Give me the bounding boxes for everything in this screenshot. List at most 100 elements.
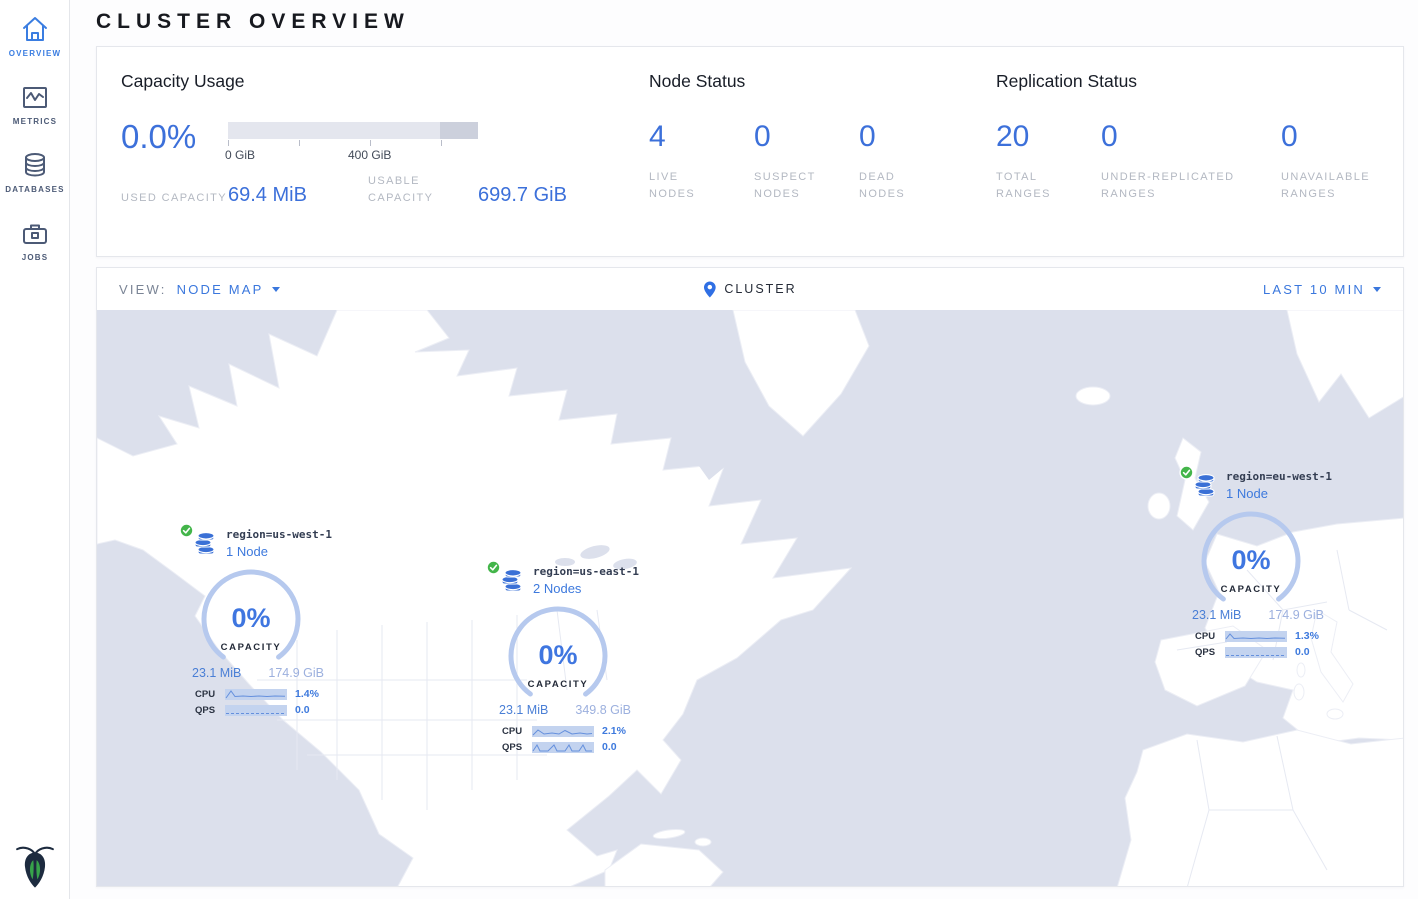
home-icon — [19, 14, 51, 44]
cpu-sparkline — [1225, 631, 1287, 642]
view-label: VIEW: — [119, 282, 167, 297]
gauge-capacity-label: CAPACITY — [1221, 584, 1282, 595]
qps-sparkline — [225, 705, 287, 716]
locality-total-capacity: 349.8 GiB — [575, 703, 631, 717]
gauge-capacity-label: CAPACITY — [221, 642, 282, 653]
cpu-label: CPU — [502, 726, 532, 737]
cluster-summary-panel: Capacity Usage 0.0% 0 GiB 400 GiB USED C — [96, 46, 1404, 257]
sidebar-item-jobs[interactable]: JOBS — [0, 204, 70, 272]
healthy-check-icon — [1179, 465, 1194, 485]
view-selector-value: NODE MAP — [177, 282, 264, 297]
used-capacity-value: 69.4 MiB — [228, 184, 368, 207]
under-replicated-ranges-value: 0 — [1101, 122, 1281, 152]
breadcrumb-label: CLUSTER — [724, 282, 796, 296]
sidebar-item-databases[interactable]: DATABASES — [0, 136, 70, 204]
capacity-used-percent: 0.0% — [121, 120, 228, 153]
time-range-value: LAST 10 MIN — [1263, 282, 1365, 297]
briefcase-icon — [19, 218, 51, 248]
cpu-value: 1.4% — [295, 688, 319, 700]
capacity-axis-tick: 400 GiB — [348, 148, 391, 162]
gauge-percent: 0% — [538, 640, 577, 670]
gauge-percent: 0% — [231, 603, 270, 633]
unavailable-ranges-label: UNAVAILABLE RANGES — [1281, 169, 1361, 203]
qps-label: QPS — [1195, 647, 1225, 658]
capacity-usage-title: Capacity Usage — [121, 71, 649, 92]
qps-value: 0.0 — [295, 704, 310, 716]
view-selector[interactable]: NODE MAP — [177, 282, 280, 297]
locality-marker-us-west-1[interactable]: region=us-west-1 1 Node 0% CAPACITY 23.1… — [179, 528, 349, 720]
qps-sparkline — [532, 742, 594, 753]
map-pin-icon — [703, 281, 716, 298]
used-capacity-label: USED CAPACITY — [121, 190, 228, 207]
chevron-down-icon — [272, 287, 280, 292]
sidebar-item-overview[interactable]: OVERVIEW — [0, 0, 70, 68]
database-icon — [19, 150, 51, 180]
locality-database-icon — [500, 569, 524, 600]
sidebar-item-label: METRICS — [0, 117, 70, 126]
sidebar-item-label: JOBS — [0, 253, 70, 262]
locality-total-capacity: 174.9 GiB — [268, 666, 324, 680]
node-status-title: Node Status — [649, 71, 996, 92]
under-replicated-ranges-label: UNDER-REPLICATED RANGES — [1101, 169, 1236, 203]
metrics-chart-icon — [19, 82, 51, 112]
live-nodes-stat: 4 LIVE NODES — [649, 122, 754, 203]
locality-total-capacity: 174.9 GiB — [1268, 608, 1324, 622]
locality-marker-eu-west-1[interactable]: region=eu-west-1 1 Node 0% CAPACITY 23.1… — [1179, 470, 1349, 662]
time-range-selector[interactable]: LAST 10 MIN — [1263, 282, 1381, 297]
cockroachdb-logo — [13, 841, 57, 893]
node-map: region=us-west-1 1 Node 0% CAPACITY 23.1… — [97, 310, 1404, 887]
cpu-label: CPU — [1195, 631, 1225, 642]
capacity-bar: 0 GiB 400 GiB — [228, 122, 478, 161]
qps-sparkline — [1225, 647, 1287, 658]
node-map-panel: VIEW: NODE MAP CLUSTER LAST 10 MIN — [96, 267, 1404, 887]
dead-nodes-stat: 0 DEAD NODES — [859, 122, 964, 203]
locality-used-capacity: 23.1 MiB — [499, 703, 548, 717]
qps-value: 0.0 — [602, 741, 617, 753]
total-ranges-value: 20 — [996, 122, 1101, 152]
under-replicated-ranges-stat: 0 UNDER-REPLICATED RANGES — [1101, 122, 1281, 203]
breadcrumb-cluster[interactable]: CLUSTER — [703, 281, 796, 298]
map-toolbar: VIEW: NODE MAP CLUSTER LAST 10 MIN — [97, 268, 1403, 310]
capacity-usage-section: Capacity Usage 0.0% 0 GiB 400 GiB USED C — [121, 71, 649, 256]
suspect-nodes-stat: 0 SUSPECT NODES — [754, 122, 859, 203]
replication-status-section: Replication Status 20 TOTAL RANGES 0 UND… — [996, 71, 1403, 256]
locality-database-icon — [1193, 474, 1217, 505]
live-nodes-label: LIVE NODES — [649, 169, 729, 203]
locality-database-icon — [193, 532, 217, 563]
qps-value: 0.0 — [1295, 646, 1310, 658]
unavailable-ranges-stat: 0 UNAVAILABLE RANGES — [1281, 122, 1361, 203]
locality-marker-us-east-1[interactable]: region=us-east-1 2 Nodes 0% CAPACITY 23.… — [486, 565, 656, 757]
gauge-percent: 0% — [1231, 545, 1270, 575]
usable-capacity-label: USABLE CAPACITY — [368, 173, 478, 206]
locality-node-count[interactable]: 2 Nodes — [533, 581, 639, 596]
suspect-nodes-value: 0 — [754, 122, 859, 152]
sidebar-item-label: DATABASES — [0, 185, 70, 194]
locality-used-capacity: 23.1 MiB — [192, 666, 241, 680]
qps-label: QPS — [502, 742, 532, 753]
sidebar-item-metrics[interactable]: METRICS — [0, 68, 70, 136]
capacity-gauge: 0% CAPACITY — [193, 569, 309, 674]
cpu-value: 1.3% — [1295, 630, 1319, 642]
locality-node-count[interactable]: 1 Node — [1226, 486, 1332, 501]
sidebar: OVERVIEW METRICS DATABASES — [0, 0, 70, 899]
node-status-section: Node Status 4 LIVE NODES 0 SUSPECT NODES… — [649, 71, 996, 256]
locality-region-label: region=us-west-1 — [226, 528, 332, 541]
locality-region-label: region=eu-west-1 — [1226, 470, 1332, 483]
cpu-value: 2.1% — [602, 725, 626, 737]
unavailable-ranges-value: 0 — [1281, 122, 1361, 152]
cpu-sparkline — [532, 726, 594, 737]
capacity-gauge: 0% CAPACITY — [500, 606, 616, 711]
main-content: CLUSTER OVERVIEW Capacity Usage 0.0% 0 G… — [70, 0, 1418, 899]
gauge-capacity-label: CAPACITY — [528, 679, 589, 690]
healthy-check-icon — [179, 523, 194, 543]
healthy-check-icon — [486, 560, 501, 580]
sidebar-item-label: OVERVIEW — [0, 49, 70, 58]
capacity-axis-tick: 0 GiB — [225, 148, 255, 162]
usable-capacity-value: 699.7 GiB — [478, 184, 567, 207]
cpu-label: CPU — [195, 689, 225, 700]
total-ranges-stat: 20 TOTAL RANGES — [996, 122, 1101, 203]
locality-used-capacity: 23.1 MiB — [1192, 608, 1241, 622]
locality-node-count[interactable]: 1 Node — [226, 544, 332, 559]
dead-nodes-label: DEAD NODES — [859, 169, 939, 203]
qps-label: QPS — [195, 705, 225, 716]
